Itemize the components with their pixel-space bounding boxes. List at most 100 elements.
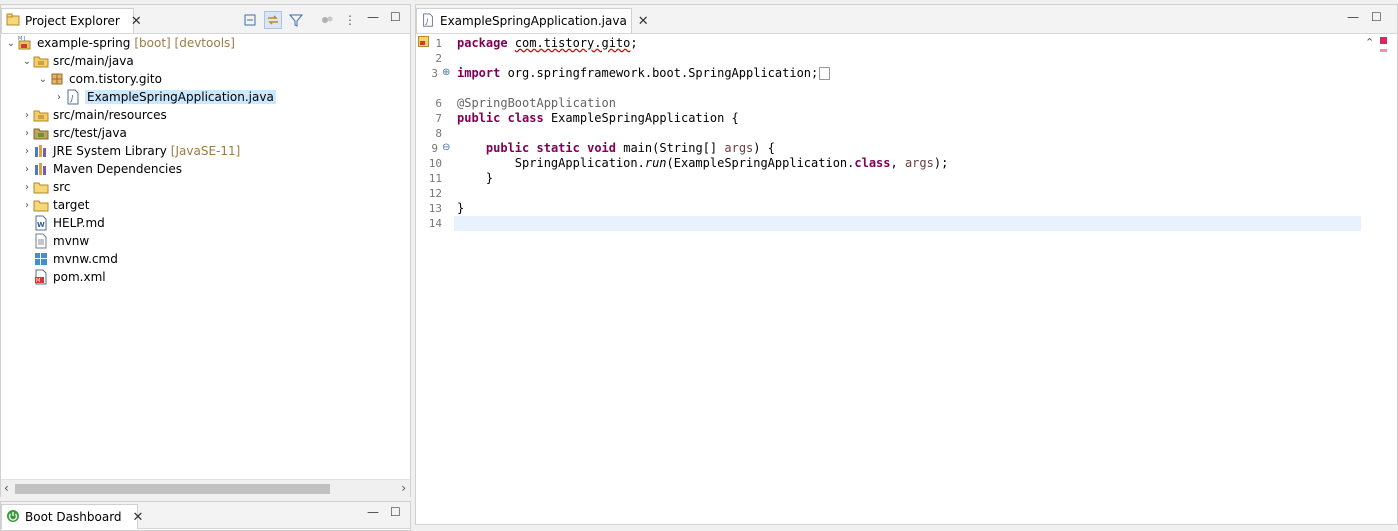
xml-file-icon: M [33, 269, 49, 285]
minimize-icon[interactable]: — [367, 10, 379, 24]
code-text: } [457, 201, 465, 215]
tree-item-mvnw[interactable]: mvnw [1, 232, 89, 250]
code-text: , [890, 156, 905, 170]
error-indicator-icon [1380, 37, 1387, 44]
tree-item-label: pom.xml [53, 270, 106, 284]
keyword: class [854, 156, 891, 170]
project-explorer-view: Project Explorer ✕ ⋮ — ☐ ⌄ MJ example-sp… [0, 4, 411, 497]
tree-item-src-test-java[interactable]: › src/test/java [1, 124, 127, 142]
tab-label: Boot Dashboard [25, 510, 122, 524]
close-icon[interactable]: ✕ [131, 14, 142, 29]
source-folder-icon [33, 107, 49, 123]
tree-item-java-file[interactable]: › J ExampleSpringApplication.java [1, 88, 276, 106]
warning-indicator-icon [1380, 49, 1387, 52]
keyword: package [457, 36, 508, 50]
scroll-up-icon[interactable]: ⌃ [1365, 36, 1374, 49]
line-number: 11 [428, 172, 442, 185]
chevron-right-icon[interactable]: › [21, 182, 33, 193]
keyword: class [507, 111, 544, 125]
line-number: 1 [435, 37, 442, 50]
tree-item-package[interactable]: ⌄ com.tistory.gito [1, 70, 162, 88]
horizontal-scrollbar[interactable]: ‹ › [1, 479, 410, 497]
tab-example-spring-application[interactable]: J ExampleSpringApplication.java ✕ [416, 8, 649, 33]
tree-item-src[interactable]: › src [1, 178, 71, 196]
code-text: org.springframework.boot.SpringApplicati… [500, 66, 819, 80]
code-text: ; [630, 36, 638, 50]
line-number: 14 [428, 217, 442, 230]
chevron-right-icon[interactable]: › [21, 110, 33, 121]
project-explorer-icon [6, 13, 20, 30]
maximize-icon[interactable]: ☐ [390, 10, 401, 24]
collapse-fold-icon[interactable]: ⊖ [442, 142, 450, 153]
tab-boot-dashboard[interactable]: Boot Dashboard ✕ [1, 504, 143, 529]
minimize-icon[interactable]: — [367, 505, 379, 519]
chevron-right-icon[interactable]: › [21, 146, 33, 157]
chevron-down-icon[interactable]: ⌄ [21, 56, 33, 67]
chevron-down-icon[interactable]: ⌄ [5, 38, 17, 49]
chevron-right-icon[interactable]: › [21, 200, 33, 211]
tree-item-decoration: [JavaSE-11] [170, 144, 241, 158]
folder-icon [33, 197, 49, 213]
tree-item-src-main-resources[interactable]: › src/main/resources [1, 106, 167, 124]
project-explorer-tabbar: Project Explorer ✕ ⋮ — ☐ [1, 5, 410, 34]
working-sets-icon[interactable] [318, 11, 336, 29]
line-number: 2 [435, 52, 442, 65]
tree-item-target[interactable]: › target [1, 196, 90, 214]
expand-fold-icon[interactable]: ⊕ [442, 67, 450, 78]
tree-item-help-md[interactable]: W HELP.md [1, 214, 105, 232]
code-text: main(String[] [616, 141, 725, 155]
tree-item-mvnw-cmd[interactable]: mvnw.cmd [1, 250, 118, 268]
scroll-left-icon[interactable]: ‹ [4, 481, 9, 495]
source-folder-icon [33, 53, 49, 69]
tree-item-label: mvnw.cmd [53, 252, 118, 266]
spring-boot-icon [6, 509, 20, 526]
close-icon[interactable]: ✕ [638, 14, 649, 29]
close-icon[interactable]: ✕ [133, 510, 144, 525]
tree-item-src-main-java[interactable]: ⌄ src/main/java [1, 52, 134, 70]
chevron-down-icon[interactable]: ⌄ [37, 74, 49, 85]
chevron-right-icon[interactable]: › [21, 164, 33, 175]
link-with-editor-icon[interactable] [264, 11, 282, 29]
tree-item-maven-dependencies[interactable]: › Maven Dependencies [1, 160, 182, 178]
tab-project-explorer[interactable]: Project Explorer ✕ [1, 8, 142, 33]
library-icon [33, 161, 49, 177]
filter-icon[interactable] [287, 11, 305, 29]
svg-text:J: J [23, 36, 25, 42]
line-number: 3 [431, 67, 438, 80]
code-line: } [454, 201, 1361, 216]
maximize-icon[interactable]: ☐ [390, 505, 401, 519]
code-text: } [485, 171, 494, 185]
collapse-all-icon[interactable] [241, 11, 259, 29]
spring-project-icon: MJ [17, 35, 33, 51]
library-icon [33, 143, 49, 159]
boot-dashboard-view: Boot Dashboard ✕ — ☐ [0, 501, 411, 531]
tree-item-pom-xml[interactable]: M pom.xml [1, 268, 106, 286]
windows-file-icon [33, 251, 49, 267]
code-line: public class ExampleSpringApplication { [454, 111, 1361, 126]
tab-label: Project Explorer [25, 14, 120, 28]
code-text: ) { [753, 141, 775, 155]
code-editor[interactable]: package com.tistory.gito; import org.spr… [454, 34, 1361, 524]
tree-item-label: src/main/java [53, 54, 134, 68]
annotation: @SpringBootApplication [457, 96, 616, 110]
parameter: args [724, 141, 754, 155]
maximize-icon[interactable]: ☐ [1371, 10, 1382, 24]
tree-item-decoration: [boot] [devtools] [134, 36, 235, 50]
svg-text:M: M [18, 36, 22, 42]
chevron-right-icon[interactable]: › [53, 92, 65, 103]
tree-item-label: JRE System Library [53, 144, 167, 158]
test-folder-icon [33, 125, 49, 141]
code-line: package com.tistory.gito; [454, 36, 1361, 51]
chevron-right-icon[interactable]: › [21, 128, 33, 139]
tree-item-jre-library[interactable]: › JRE System Library [JavaSE-11] [1, 142, 240, 160]
view-menu-icon[interactable]: ⋮ [341, 11, 359, 29]
tree-item-label: target [53, 198, 90, 212]
tree-item-project[interactable]: ⌄ MJ example-spring [boot] [devtools] [1, 34, 235, 52]
folded-indicator-icon[interactable] [819, 67, 831, 80]
code-line: SpringApplication.run(ExampleSpringAppli… [454, 156, 1361, 171]
scrollbar-thumb[interactable] [15, 484, 330, 494]
code-line: public static void main(String[] args) { [454, 141, 1361, 156]
svg-text:W: W [37, 221, 45, 229]
scroll-right-icon[interactable]: › [401, 481, 406, 495]
minimize-icon[interactable]: — [1347, 10, 1359, 24]
